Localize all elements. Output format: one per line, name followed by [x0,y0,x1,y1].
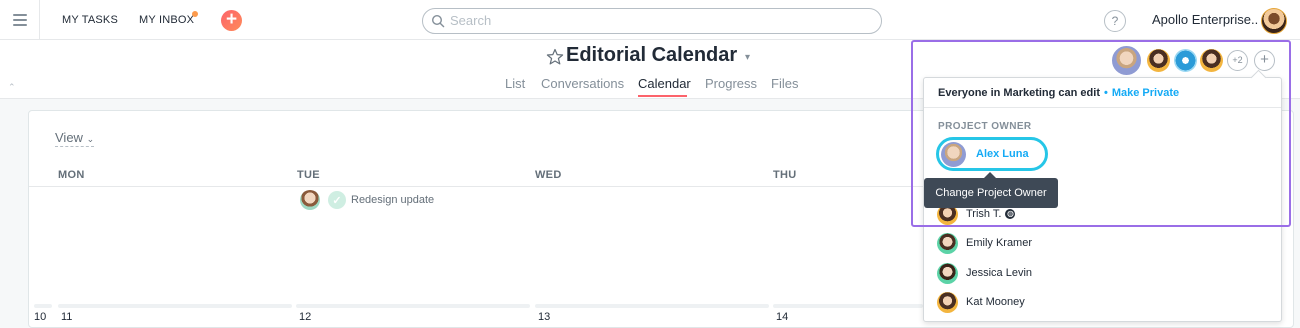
member-list-item[interactable]: Emily Kramer [937,232,1032,254]
search-input[interactable] [450,13,870,28]
task-complete-check-icon[interactable]: ✓ [328,191,346,209]
chevron-down-icon: ⌄ [86,134,95,144]
favorite-star-icon[interactable] [546,48,564,66]
active-tab-indicator [638,95,687,97]
task-assignee-avatar [300,190,320,210]
member-name: Jessica Levin [966,267,1033,279]
my-inbox-link[interactable]: MY INBOX [139,14,194,26]
inbox-notification-dot [192,11,198,17]
tab-conversations[interactable]: Conversations [541,76,624,91]
search-bar[interactable] [422,8,882,34]
permission-text: Everyone in Marketing can edit [938,87,1100,99]
week-bar [34,304,52,308]
make-private-link[interactable]: Make Private [1112,87,1179,99]
member-avatar[interactable] [1147,49,1170,72]
organization-name[interactable]: Apollo Enterprise.. [1152,12,1258,27]
member-avatar [937,291,958,313]
separator: • [1104,87,1108,99]
popover-divider [924,107,1281,108]
project-owner-button[interactable]: Alex Luna [936,137,1048,171]
day-header-wed: WED [535,169,562,181]
date-number: 13 [538,311,551,323]
member-list-item[interactable]: Jessica Levin [937,262,1032,284]
project-title[interactable]: Editorial Calendar [566,44,737,67]
project-owner-heading: PROJECT OWNER [938,121,1032,132]
calendar-task[interactable]: ✓ Redesign update [300,190,434,210]
member-name: Emily Kramer [966,237,1033,249]
date-number: 12 [299,311,312,323]
quick-add-button[interactable]: + [221,10,242,31]
view-label: View [55,130,83,145]
member-avatar-owner[interactable] [1110,44,1143,77]
date-number: 10 [34,311,47,323]
member-name: Kat Mooney [966,296,1025,308]
week-bar [296,304,530,308]
tab-calendar[interactable]: Calendar [638,76,691,91]
tab-files[interactable]: Files [771,76,798,91]
owner-avatar [941,142,966,167]
day-header-tue: TUE [297,169,320,181]
date-number: 11 [61,311,73,323]
member-avatar [937,232,958,254]
task-name: Redesign update [351,194,435,206]
user-avatar[interactable] [1261,8,1287,34]
member-name: Trish T. [966,208,1002,220]
tab-progress[interactable]: Progress [705,76,757,91]
week-bar [535,304,769,308]
view-dropdown[interactable]: View ⌄ [55,130,95,147]
member-list-item[interactable]: Kat Mooney [937,291,1025,313]
day-header-mon: MON [58,169,85,181]
tab-list[interactable]: List [505,76,525,91]
collapse-chevrons-icon[interactable]: ⌃ [8,82,16,93]
chevron-down-icon[interactable]: ▾ [745,52,750,63]
globe-icon: ◍ [1005,209,1016,219]
week-bar [58,304,292,308]
member-avatar[interactable] [1200,49,1223,72]
change-owner-tooltip: Change Project Owner [924,178,1058,208]
member-avatar[interactable] [1174,49,1197,72]
help-button[interactable]: ? [1104,10,1126,32]
owner-name: Alex Luna [976,148,1029,160]
day-header-thu: THU [773,169,797,181]
my-tasks-link[interactable]: MY TASKS [62,14,118,26]
week-divider [29,186,1029,187]
week-bar [773,304,923,308]
more-members-count[interactable]: +2 [1227,50,1248,71]
add-member-button[interactable]: + [1254,50,1275,71]
permission-line: Everyone in Marketing can edit • Make Priv… [938,87,1179,99]
date-number: 14 [776,311,789,323]
member-avatar [937,262,958,284]
search-icon [431,14,445,28]
menu-icon[interactable] [0,0,40,40]
top-bar: MY TASKS MY INBOX + ? Apollo Enterprise.… [0,0,1300,40]
